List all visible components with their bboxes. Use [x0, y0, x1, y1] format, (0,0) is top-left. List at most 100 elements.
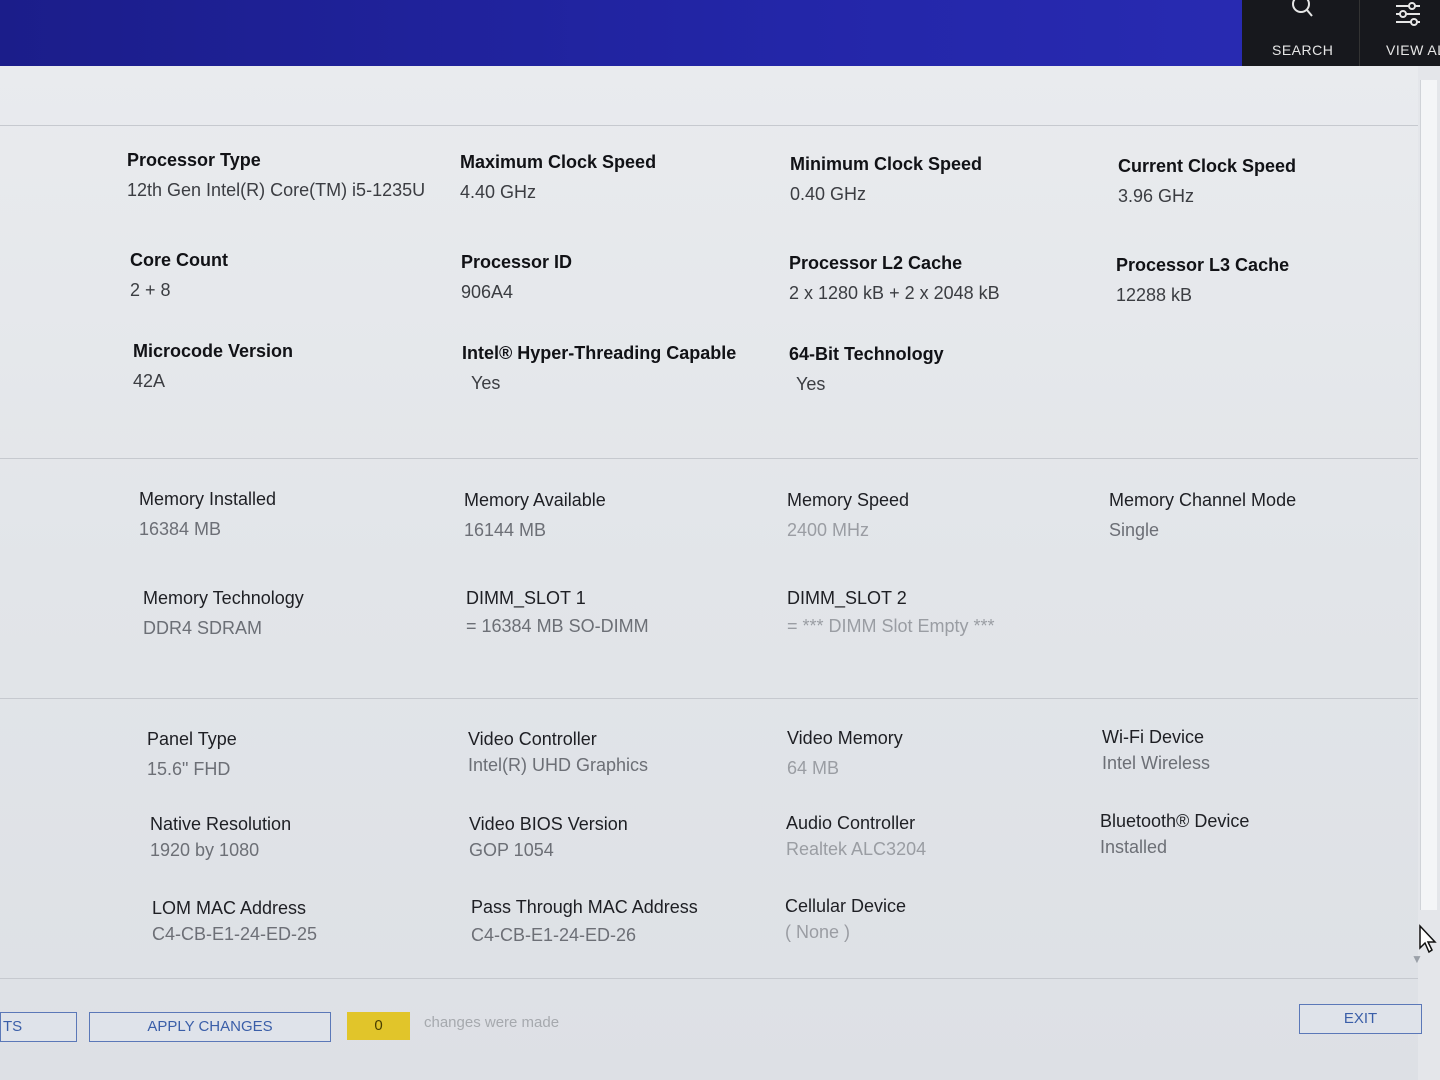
field-memory-speed: Memory Speed 2400 MHz — [787, 490, 1107, 541]
field-value: Intel(R) UHD Graphics — [468, 755, 649, 775]
divider — [0, 698, 1418, 699]
field-label: Native Resolution — [150, 814, 292, 834]
divider — [0, 978, 1418, 979]
field-value: C4-CB-E1-24-ED-26 — [471, 925, 637, 945]
field-l2-cache: Processor L2 Cache 2 x 1280 kB + 2 x 204… — [789, 253, 1109, 304]
field-label: Core Count — [130, 250, 228, 270]
field-value: = *** DIMM Slot Empty *** — [787, 616, 995, 636]
field-value: 16384 MB — [139, 519, 222, 539]
field-label: Memory Technology — [143, 588, 304, 608]
field-native-resolution: Native Resolution 1920 by 1080 — [150, 814, 470, 861]
field-value: 3.96 GHz — [1118, 186, 1195, 206]
field-label: Memory Installed — [139, 489, 277, 509]
field-value: = 16384 MB SO-DIMM — [466, 616, 649, 636]
field-value: 0.40 GHz — [790, 184, 867, 204]
apply-changes-button[interactable]: APPLY CHANGES — [89, 1012, 331, 1042]
scrollbar-thumb[interactable] — [1420, 80, 1437, 910]
field-label: Cellular Device — [785, 896, 907, 916]
field-64bit: 64-Bit Technology Yes — [789, 344, 1109, 395]
view-all-button[interactable]: VIEW AL — [1359, 0, 1440, 68]
field-label: Maximum Clock Speed — [460, 152, 657, 172]
field-label: Memory Available — [464, 490, 606, 510]
field-core-count: Core Count 2 + 8 — [130, 250, 450, 301]
field-value: DDR4 SDRAM — [143, 618, 263, 638]
field-value: C4-CB-E1-24-ED-25 — [152, 924, 318, 944]
field-label: Microcode Version — [133, 341, 294, 361]
field-panel-type: Panel Type 15.6" FHD — [147, 729, 467, 780]
field-value: 15.6" FHD — [147, 759, 231, 779]
field-value: Realtek ALC3204 — [786, 839, 927, 859]
scroll-down-arrow-icon[interactable]: ▼ — [1411, 952, 1423, 966]
field-label: Current Clock Speed — [1118, 156, 1297, 176]
field-audio-controller: Audio Controller Realtek ALC3204 — [786, 813, 1106, 860]
field-video-memory: Video Memory 64 MB — [787, 728, 1107, 779]
field-dimm-slot-1: DIMM_SLOT 1 = 16384 MB SO-DIMM — [466, 588, 786, 637]
field-label: Wi-Fi Device — [1102, 727, 1204, 747]
field-value: 42A — [133, 371, 166, 391]
field-current-clock: Current Clock Speed 3.96 GHz — [1118, 156, 1438, 207]
field-label: 64-Bit Technology — [789, 344, 944, 364]
field-value: Yes — [471, 373, 501, 393]
field-processor-id: Processor ID 906A4 — [461, 252, 781, 303]
search-icon — [1292, 0, 1313, 17]
field-bluetooth-device: Bluetooth® Device Installed — [1100, 811, 1420, 858]
field-value: 1920 by 1080 — [150, 840, 260, 860]
view-all-label: VIEW AL — [1386, 42, 1440, 58]
field-memory-installed: Memory Installed 16384 MB — [139, 489, 459, 540]
search-label: SEARCH — [1272, 42, 1334, 58]
field-wifi-device: Wi-Fi Device Intel Wireless — [1102, 727, 1422, 774]
field-label: Video Controller — [468, 729, 597, 749]
field-value: Installed — [1100, 837, 1168, 857]
filter-sliders-icon — [1396, 2, 1420, 26]
field-lom-mac: LOM MAC Address C4-CB-E1-24-ED-25 — [152, 898, 472, 945]
field-label: Bluetooth® Device — [1100, 811, 1250, 831]
field-max-clock: Maximum Clock Speed 4.40 GHz — [460, 152, 780, 203]
field-value: 12th Gen Intel(R) Core(TM) i5-1235U — [127, 180, 426, 200]
field-min-clock: Minimum Clock Speed 0.40 GHz — [790, 154, 1110, 205]
field-memory-technology: Memory Technology DDR4 SDRAM — [143, 588, 463, 639]
field-label: Processor L3 Cache — [1116, 255, 1290, 275]
field-label: Video Memory — [787, 728, 903, 748]
button-label: APPLY CHANGES — [147, 1018, 273, 1035]
field-memory-channel-mode: Memory Channel Mode Single — [1109, 490, 1429, 541]
field-label: LOM MAC Address — [152, 898, 307, 918]
field-value: 12288 kB — [1116, 285, 1193, 305]
top-bar — [0, 0, 1440, 66]
changes-status-text: changes were made — [424, 1014, 560, 1031]
divider — [0, 125, 1418, 126]
changes-count: 0 — [374, 1017, 383, 1034]
field-label: Memory Channel Mode — [1109, 490, 1297, 510]
field-label: DIMM_SLOT 2 — [787, 588, 907, 608]
defaults-button[interactable]: TS — [0, 1012, 77, 1042]
field-label: Memory Speed — [787, 490, 910, 510]
divider — [0, 458, 1418, 459]
field-label: Processor Type — [127, 150, 261, 170]
field-value: 906A4 — [461, 282, 514, 302]
field-video-controller: Video Controller Intel(R) UHD Graphics — [468, 729, 788, 776]
field-memory-available: Memory Available 16144 MB — [464, 490, 784, 541]
search-button[interactable]: SEARCH — [1242, 0, 1354, 68]
field-value: Single — [1109, 520, 1160, 540]
field-label: DIMM_SLOT 1 — [466, 588, 586, 608]
button-label: EXIT — [1343, 1010, 1378, 1027]
field-value: 2 + 8 — [130, 280, 171, 300]
field-value: 2400 MHz — [787, 520, 870, 540]
field-label: Intel® Hyper-Threading Capable — [462, 343, 737, 363]
field-value: GOP 1054 — [469, 840, 554, 860]
changes-counter: 0 — [347, 1012, 410, 1040]
field-hyperthreading: Intel® Hyper-Threading Capable Yes — [462, 343, 782, 394]
field-value: Yes — [796, 374, 826, 394]
field-pass-through-mac: Pass Through MAC Address C4-CB-E1-24-ED-… — [471, 897, 791, 946]
field-cellular-device: Cellular Device ( None ) — [785, 896, 1105, 943]
mouse-pointer-icon — [1419, 924, 1437, 954]
exit-button[interactable]: EXIT — [1299, 1004, 1422, 1034]
field-video-bios: Video BIOS Version GOP 1054 — [469, 814, 789, 861]
field-label: Panel Type — [147, 729, 237, 749]
field-label: Processor L2 Cache — [789, 253, 963, 273]
field-value: 64 MB — [787, 758, 840, 778]
field-dimm-slot-2: DIMM_SLOT 2 = *** DIMM Slot Empty *** — [787, 588, 1107, 637]
field-label: Audio Controller — [786, 813, 916, 833]
field-value: 4.40 GHz — [460, 182, 537, 202]
field-value: 16144 MB — [464, 520, 547, 540]
field-value: Intel Wireless — [1102, 753, 1211, 773]
